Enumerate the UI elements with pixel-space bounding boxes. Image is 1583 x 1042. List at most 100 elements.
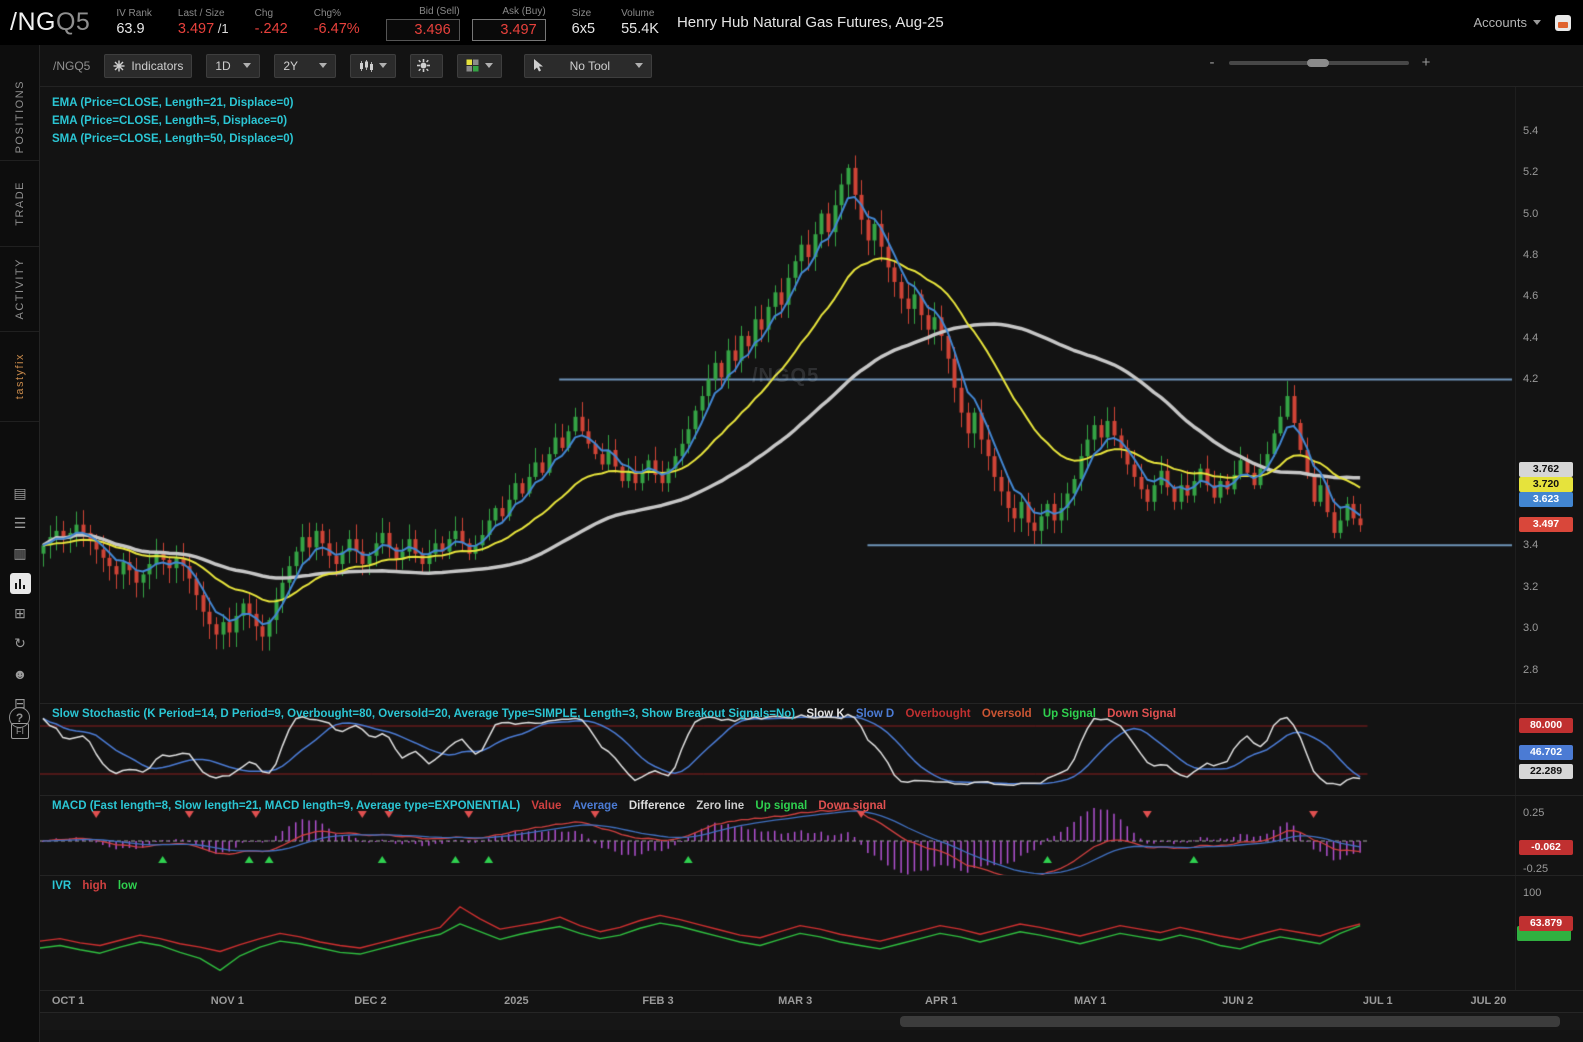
time-tick: NOV 1 [210, 995, 244, 1007]
left-sidebar: POSITIONS TRADE ACTIVITY tastyfix ▤ ☰ ▥ ⊞ ↻ ☻… [0, 45, 40, 1042]
legend-ema21: EMA (Price=CLOSE, Length=21, Displace=0) [52, 97, 294, 109]
timeframe-value: 1D [215, 58, 231, 73]
bar-chart-glyph [14, 578, 26, 589]
ask-button[interactable]: 3.497 [471, 18, 546, 41]
price-tick: 4.8 [1523, 249, 1539, 261]
slow-k-label: Slow K [806, 708, 845, 720]
zoom-in-button[interactable]: + [1419, 54, 1433, 71]
macd-legend: MACD (Fast length=8, Slow length=21, MAC… [52, 800, 886, 812]
size-label: Size [571, 8, 592, 19]
ivr-high-badge: 63.879 [1519, 916, 1573, 932]
ema21-badge: 3.720 [1519, 477, 1573, 493]
sidebar-tab-activity[interactable]: ACTIVITY [0, 247, 39, 332]
macd-axis-tick: 0.25 [1523, 807, 1545, 819]
chevron-down-icon [485, 63, 494, 68]
chevron-down-icon [379, 63, 388, 68]
price-tick: 3.0 [1523, 622, 1539, 635]
price-axis: 5.4 5.2 5.0 4.8 4.6 4.4 4.2 3.4 3.2 3.0 2.8 3.762 3.… [1515, 87, 1583, 703]
iv-rank-value: 63.9 [116, 21, 145, 37]
layout-grid-icon [466, 59, 479, 72]
zoom-control: - + [1205, 54, 1433, 71]
indicator-legend: EMA (Price=CLOSE, Length=21, Displace=0)… [52, 91, 293, 145]
time-tick: JUL 20 [1470, 995, 1507, 1007]
stochastic-pane: Slow Stochastic (K Period=14, D Period=9… [40, 703, 1583, 796]
size-field: Size 6x5 [572, 7, 595, 38]
macd-value-label: Value [531, 800, 562, 812]
journal-icon[interactable]: ▤ [10, 483, 31, 504]
time-tick: JUL 1 [1362, 995, 1393, 1007]
watchlist-icon[interactable]: ☰ [10, 513, 31, 534]
bid-button[interactable]: 3.496 [385, 18, 460, 41]
price-tick: 2.8 [1523, 663, 1539, 676]
range-dropdown[interactable]: 2Y [274, 53, 337, 78]
zoom-slider[interactable] [1229, 58, 1409, 67]
chart-type-dropdown[interactable] [350, 53, 397, 78]
indicators-button[interactable]: Indicators [104, 53, 193, 78]
time-tick: DEC 2 [354, 995, 387, 1007]
zoom-out-button[interactable]: - [1205, 54, 1219, 71]
sidebar-tab-trade[interactable]: TRADE [0, 161, 39, 247]
scrollbar-handle[interactable] [900, 1016, 1560, 1027]
help-button[interactable]: ? [9, 707, 30, 728]
chevron-down-icon [1533, 20, 1541, 25]
range-value: 2Y [283, 58, 299, 73]
notes-icon[interactable]: ▥ [10, 543, 31, 564]
time-tick: FEB 3 [642, 995, 674, 1007]
trading-app-window: /NGQ5 IV Rank 63.9 Last / Size 3.497 /1 … [0, 0, 1583, 1042]
zoom-slider-handle[interactable] [1307, 58, 1329, 67]
oversold-label: Oversold [981, 708, 1032, 720]
iv-rank-field: IV Rank 63.9 [116, 7, 152, 38]
grid-icon[interactable]: ⊞ [10, 603, 31, 624]
cursor-icon [534, 59, 544, 72]
chart-scrollbar[interactable] [40, 1012, 1583, 1030]
macd-axis: 0.25 -0.25 -0.062 [1515, 796, 1583, 875]
bid-field: Bid (Sell) 3.496 [385, 5, 460, 41]
iv-rank-label: IV Rank [116, 8, 152, 19]
drawing-tool-dropdown[interactable]: No Tool [524, 53, 653, 78]
app-logo-icon[interactable] [1555, 14, 1571, 31]
price-tick: 4.2 [1523, 373, 1539, 386]
accounts-label: Accounts [1473, 15, 1527, 30]
overbought-label: Overbought [905, 708, 971, 720]
timeframe-dropdown[interactable]: 1D [206, 53, 261, 78]
chart-settings-button[interactable] [410, 53, 444, 78]
positions-tab-label: POSITIONS [13, 79, 26, 154]
macd-title: MACD (Fast length=8, Slow length=21, MAC… [52, 800, 521, 812]
accounts-button[interactable]: Accounts [1474, 15, 1541, 30]
chg-label: Chg [254, 8, 274, 19]
history-icon[interactable]: ↻ [10, 633, 31, 654]
price-chart-canvas[interactable] [40, 87, 1515, 703]
price-tick: 5.4 [1523, 124, 1539, 137]
macd-axis-tick: -0.25 [1523, 863, 1549, 875]
ivr-axis-tick: 100 [1523, 887, 1542, 899]
chart-toolbar: /NGQ5 Indicators 1D 2Y No Tool - + [40, 45, 1583, 87]
symbol-title: /NGQ5 [10, 8, 90, 37]
ivr-high-label: high [82, 880, 107, 892]
slow-k-badge: 22.289 [1519, 764, 1573, 780]
ivr-pane: IVR high low 100 63.879 [40, 875, 1583, 991]
ivr-canvas[interactable] [40, 876, 1515, 991]
sidebar-tab-tastyfix[interactable]: tastyfix [0, 332, 39, 422]
chg-field: Chg -.242 [255, 7, 288, 38]
ivr-legend: IVR high low [52, 880, 137, 892]
chg-pct-label: Chg% [313, 8, 341, 19]
chart-icon[interactable] [9, 573, 31, 594]
time-axis: OCT 1 NOV 1 DEC 2 2025 FEB 3 MAR 3 APR 1 MAY 1 J… [40, 990, 1583, 1012]
follow-icon[interactable]: ☻ [10, 663, 31, 684]
gear-icon [417, 59, 431, 72]
volume-label: Volume [621, 8, 655, 19]
quote-header: /NGQ5 IV Rank 63.9 Last / Size 3.497 /1 … [0, 0, 1583, 45]
last-size-suffix: /1 [214, 21, 229, 36]
layout-grid-dropdown[interactable] [457, 53, 503, 78]
ivr-title: IVR [52, 880, 72, 892]
tastyfix-tab-label: tastyfix [13, 353, 26, 400]
ask-field: Ask (Buy) 3.497 [471, 5, 546, 41]
size-value: 6x5 [571, 21, 596, 37]
stochastic-title: Slow Stochastic (K Period=14, D Period=9… [52, 708, 796, 720]
instrument-name: Henry Hub Natural Gas Futures, Aug-25 [676, 14, 944, 31]
last-size-label: Last / Size [177, 8, 225, 19]
sidebar-tab-positions[interactable]: POSITIONS [0, 73, 39, 161]
price-tick: 3.4 [1523, 539, 1539, 552]
price-tick: 5.0 [1523, 207, 1539, 220]
last-value: 3.497 [177, 21, 215, 37]
